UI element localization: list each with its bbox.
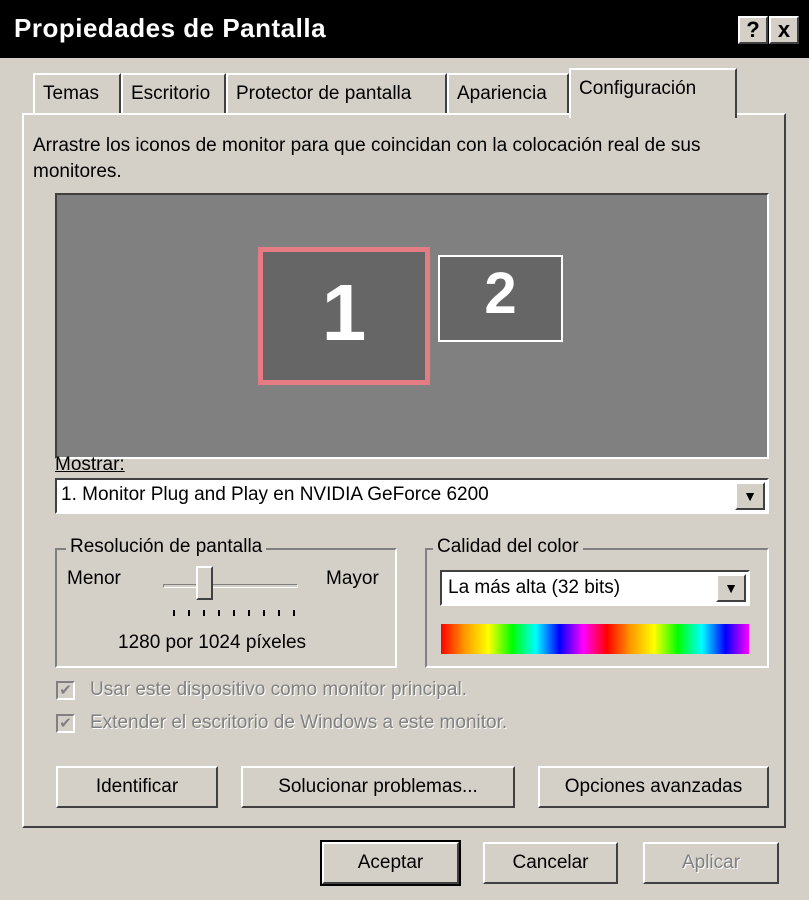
slider-tick [218,610,220,616]
identify-button[interactable]: Identificar [56,766,218,808]
ok-button[interactable]: Aceptar [320,840,461,886]
slider-tick [263,610,265,616]
resolution-group-label: Resolución de pantalla [66,536,267,558]
tab-configuracion[interactable]: Configuración [569,68,737,118]
color-quality-group-label: Calidad del color [433,536,583,558]
slider-tick [173,610,175,616]
slider-tick [233,610,235,616]
advanced-options-button[interactable]: Opciones avanzadas [538,766,769,808]
resolution-slider-track[interactable] [163,584,298,588]
window-title: Propiedades de Pantalla [14,13,327,43]
display-label-text: Mostrar: [55,454,125,475]
primary-monitor-checkbox[interactable]: ✔ [56,681,75,700]
color-quality-select[interactable]: La más alta (32 bits) ▼ [440,570,750,606]
slider-tick [188,610,190,616]
slider-tick [278,610,280,616]
resolution-max-label: Mayor [326,568,379,589]
display-select-value: 1. Monitor Plug and Play en NVIDIA GeFor… [61,484,489,505]
help-button[interactable]: ? [738,16,768,44]
slider-tick [203,610,205,616]
apply-button[interactable]: Aplicar [643,842,779,884]
color-quality-value: La más alta (32 bits) [448,577,621,598]
instructions-text: Arrastre los iconos de monitor para que … [33,135,701,182]
primary-monitor-label: Usar este dispositivo como monitor princ… [90,679,467,700]
tab-temas[interactable]: Temas [33,73,121,113]
tab-apariencia[interactable]: Apariencia [447,73,569,113]
close-button[interactable]: x [769,16,799,44]
chevron-down-icon[interactable]: ▼ [716,574,746,602]
tab-protector[interactable]: Protector de pantalla [226,73,447,113]
color-spectrum-bar [441,624,749,654]
slider-tick [293,610,295,616]
cancel-button[interactable]: Cancelar [483,842,618,884]
extend-desktop-label: Extender el escritorio de Windows a este… [90,712,508,733]
monitor-1-icon[interactable]: 1 [258,247,430,385]
troubleshoot-button[interactable]: Solucionar problemas... [241,766,515,808]
display-label: Mostrar: [55,454,125,476]
chevron-down-icon[interactable]: ▼ [735,482,765,510]
slider-tick [248,610,250,616]
monitor-2-icon[interactable]: 2 [438,255,563,342]
extend-desktop-checkbox[interactable]: ✔ [56,714,75,733]
resolution-slider-thumb[interactable] [196,566,213,600]
tab-escritorio[interactable]: Escritorio [121,73,226,113]
resolution-value: 1280 por 1024 píxeles [118,632,307,653]
display-select[interactable]: 1. Monitor Plug and Play en NVIDIA GeFor… [55,478,769,514]
resolution-min-label: Menor [67,568,121,589]
